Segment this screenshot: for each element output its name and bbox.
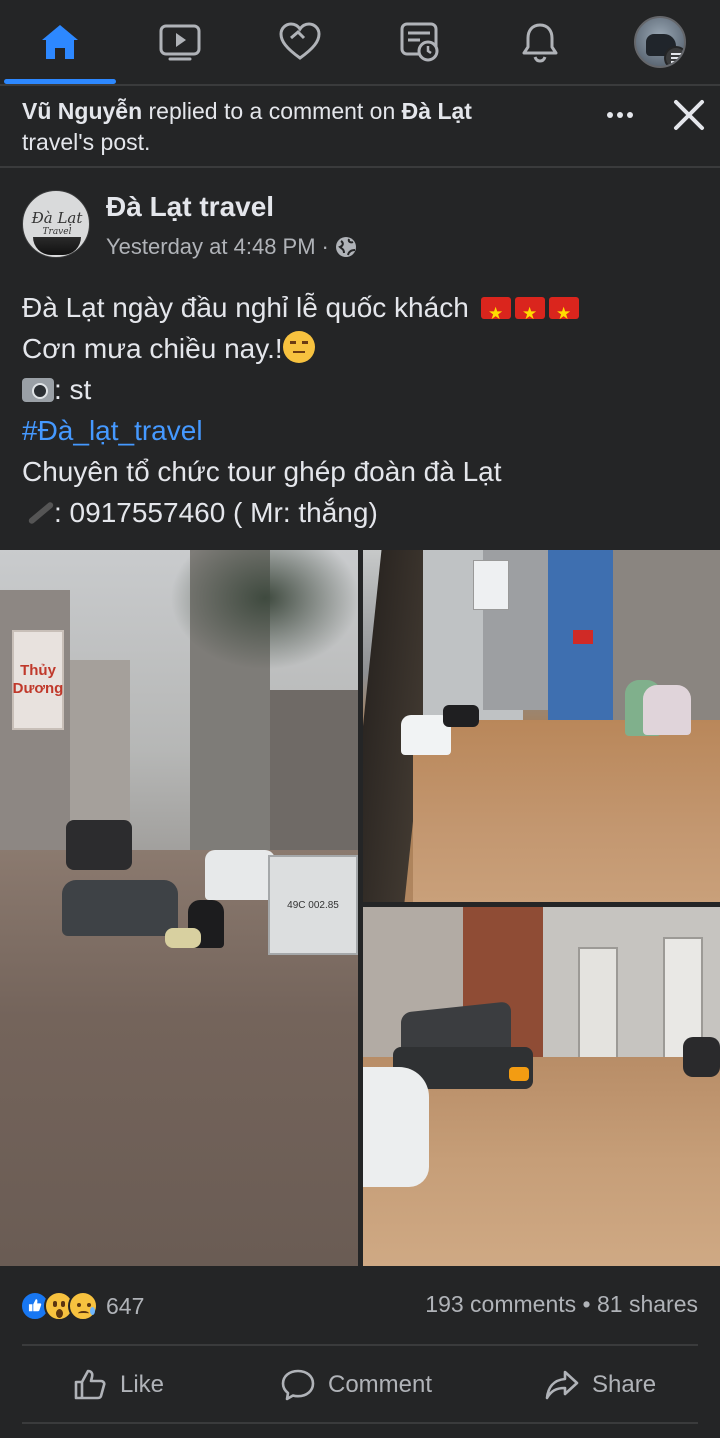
share-button[interactable]: Share [544,1348,656,1422]
photo-muddy-flood[interactable] [363,550,720,902]
close-icon[interactable] [668,94,710,136]
post-line-2: Cơn mưa chiều nay.! [22,328,702,369]
post-text: Đà Lạt ngày đầu nghỉ lễ quốc khách Cơn m… [22,287,702,533]
heart-icon [279,22,321,60]
post-line-6: : 0917557460 ( Mr: thắng) [22,492,702,533]
unamused-face-icon [282,331,315,363]
like-label: Like [120,1371,165,1398]
share-arrow-icon [545,1370,579,1400]
bell-icon [522,23,558,63]
video-icon [159,24,201,61]
comments-count[interactable]: 193 comments [425,1291,576,1317]
vietnam-flag-icon [480,294,511,335]
post-action-bar: Like Comment Share [0,1348,720,1422]
photo-grid: Thủy Dương 49C 002.85 [0,550,720,1266]
meta-separator: · [321,234,329,259]
more-options-icon[interactable] [600,100,640,130]
notification-text: Vũ Nguyễn replied to a comment on Đà Lạt… [22,96,582,158]
truck-plate: 49C 002.85 [268,855,358,955]
page-avatar[interactable]: Đà Lạt Travel [22,190,90,258]
avatar-logo-subtext: Travel [42,227,72,237]
nav-home-tab[interactable] [0,0,120,84]
stats-dot: • [576,1291,597,1317]
thumbs-up-icon [74,1369,106,1400]
menu-icon [664,46,684,66]
comment-label: Comment [328,1371,433,1398]
vietnam-flag-icon [514,294,545,335]
comment-button[interactable]: Comment [280,1348,432,1422]
post-hashtag-line: #Đà_lạt_travel [22,410,702,451]
newsfeed-clock-icon [400,22,439,62]
notification-target: Đà Lạt [401,98,472,124]
page-name[interactable]: Đà Lạt travel [106,190,274,224]
nav-notifications-tab[interactable] [480,0,600,84]
share-label: Share [592,1371,657,1398]
vietnam-flag-icon [548,294,579,335]
avatar-logo-text: Đà Lạt [31,209,83,227]
nav-watch-tab[interactable] [120,0,240,84]
photo-submerged-car[interactable] [363,907,720,1266]
action-divider-bottom [22,1422,698,1424]
top-navigation [0,0,720,84]
nav-dating-tab[interactable] [240,0,360,84]
nav-menu-tab[interactable] [600,0,720,84]
notification-action: replied to a comment on [142,98,402,124]
camera-icon [22,378,54,402]
post-timestamp[interactable]: Yesterday at 4:48 PM [106,232,316,262]
profile-avatar [634,16,686,68]
notification-target-rest: travel's post. [22,129,151,155]
notification-banner[interactable]: Vũ Nguyễn replied to a comment on Đà Lạt… [0,86,720,166]
post-line-5: Chuyên tổ chức tour ghép đoàn đà Lạt [22,456,502,487]
shares-count[interactable]: 81 shares [597,1291,698,1317]
post-meta: Yesterday at 4:48 PM · [106,232,357,262]
photo-flooded-street[interactable]: Thủy Dương 49C 002.85 [0,550,358,1266]
reaction-count: 647 [106,1292,145,1319]
globe-icon [335,237,356,257]
phone-icon [22,498,54,526]
comment-icon [281,1369,315,1401]
post-line-1: Đà Lạt ngày đầu nghỉ lễ quốc khách [22,287,702,335]
hashtag-link[interactable]: #Đà_lạt_travel [22,415,203,446]
action-divider-top [22,1344,698,1346]
reaction-summary[interactable]: 647 [20,1289,144,1323]
like-button[interactable]: Like [72,1348,164,1422]
engagement-stats: 193 comments • 81 shares [425,1291,698,1318]
post-line-3: : st [22,369,702,410]
shop-sign: Thủy Dương [12,630,64,730]
nav-news-tab[interactable] [360,0,480,84]
notification-divider [0,166,720,168]
home-icon [42,25,78,59]
notification-actor: Vũ Nguyễn [22,98,143,124]
sad-reaction-icon [68,1291,98,1321]
